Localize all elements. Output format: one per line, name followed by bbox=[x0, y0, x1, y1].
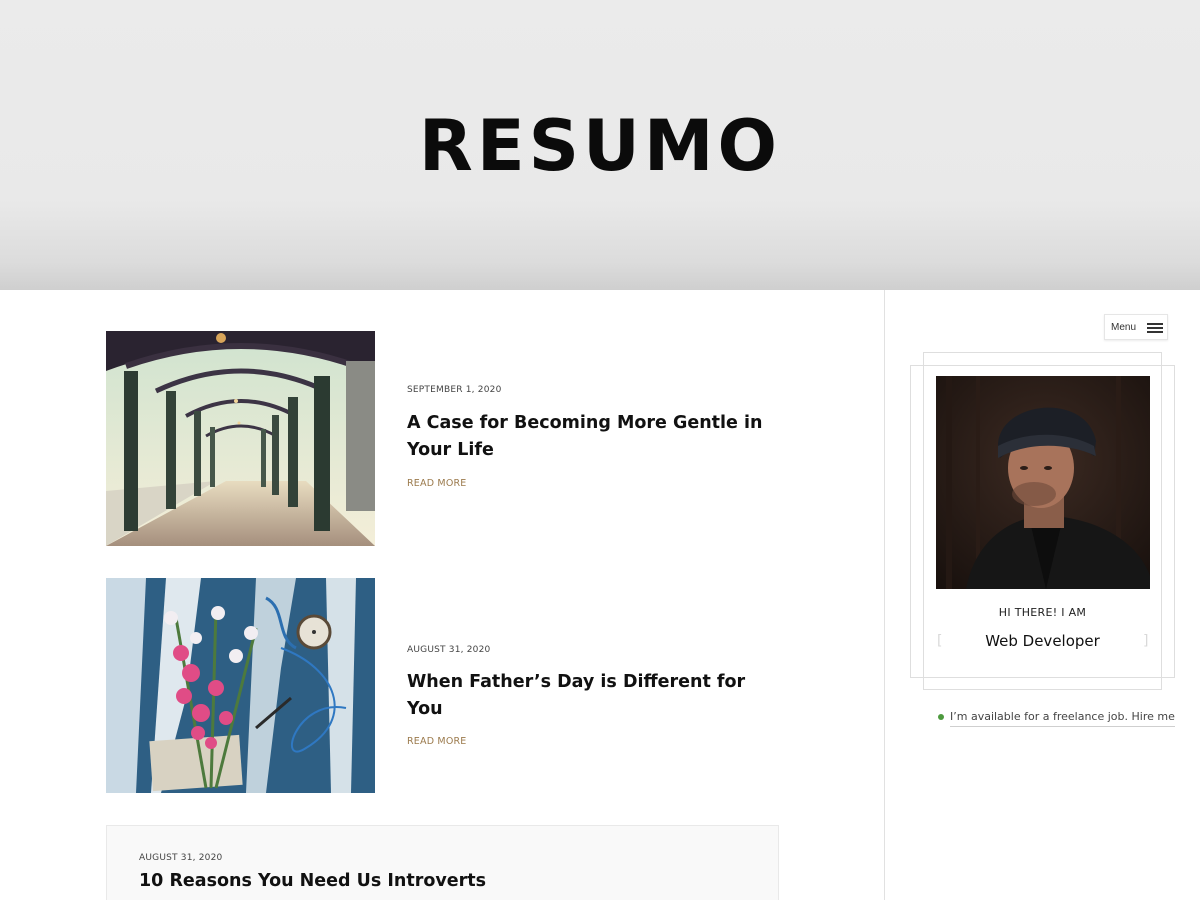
post-date: SEPTEMBER 1, 2020 bbox=[407, 385, 502, 395]
post-title[interactable]: A Case for Becoming More Gentle in Your … bbox=[407, 410, 777, 464]
bracket-right-icon: ] bbox=[1143, 633, 1149, 649]
read-more-link[interactable]: READ MORE bbox=[407, 736, 467, 748]
avatar bbox=[936, 376, 1150, 589]
site-logo[interactable]: RESUMO bbox=[0, 106, 1200, 186]
status-dot-icon bbox=[938, 714, 944, 720]
site-header: RESUMO bbox=[0, 0, 1200, 290]
post-meta: SEPTEMBER 1, 2020 A Case for Becoming Mo… bbox=[407, 384, 777, 490]
post-date: AUGUST 31, 2020 bbox=[407, 645, 491, 655]
post-thumbnail[interactable] bbox=[106, 578, 375, 793]
post-thumbnail[interactable] bbox=[106, 331, 375, 546]
post-title[interactable]: 10 Reasons You Need Us Introverts bbox=[139, 868, 699, 895]
profile-photo-image bbox=[936, 376, 1150, 589]
hire-me-link[interactable]: I’m available for a freelance job. Hire … bbox=[950, 709, 1175, 727]
hamburger-icon bbox=[1147, 323, 1163, 333]
profile-sidebar: Menu HI THERE! I AM [Web Developer] I’… bbox=[885, 290, 1200, 900]
flowers-still-life-image bbox=[106, 578, 375, 793]
post-meta: AUGUST 31, 2020 When Father’s Day is Dif… bbox=[407, 644, 777, 748]
profile-greeting: HI THERE! I AM bbox=[998, 606, 1087, 619]
post-title[interactable]: When Father’s Day is Different for You bbox=[407, 669, 777, 723]
menu-button[interactable]: Menu bbox=[1104, 314, 1168, 340]
menu-label: Menu bbox=[1111, 322, 1137, 333]
post-card: AUGUST 31, 2020 10 Reasons You Need Us I… bbox=[106, 825, 779, 900]
profile-role: Web Developer bbox=[985, 632, 1100, 650]
post-date: AUGUST 31, 2020 bbox=[139, 853, 223, 863]
bridge-arcade-image bbox=[106, 331, 375, 546]
read-more-link[interactable]: READ MORE bbox=[407, 478, 467, 490]
